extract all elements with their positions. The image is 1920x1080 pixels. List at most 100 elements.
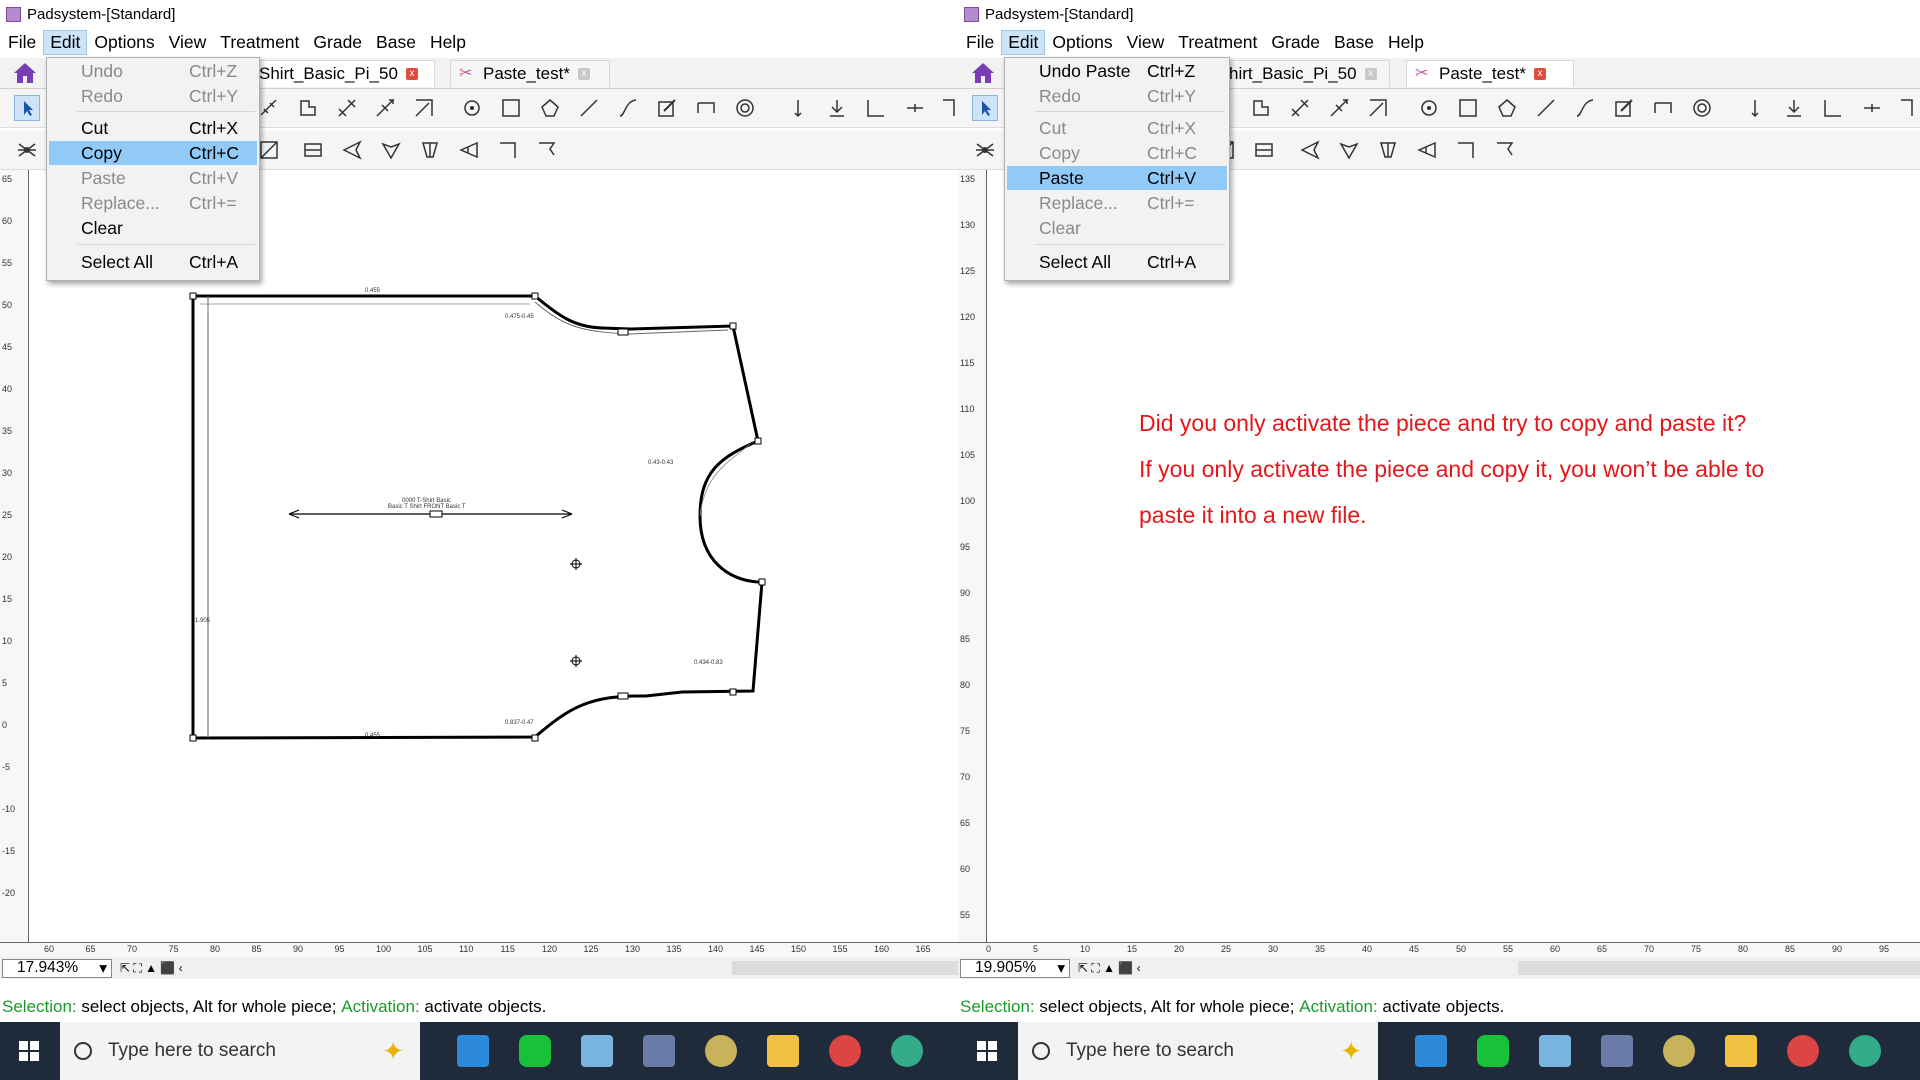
point-circle-icon[interactable] xyxy=(461,97,483,119)
target-icon[interactable] xyxy=(734,97,756,119)
rectangle-icon[interactable] xyxy=(500,97,522,119)
menu-edit[interactable]: Edit xyxy=(1001,29,1046,55)
drill-icon[interactable] xyxy=(1861,97,1883,119)
store-icon[interactable] xyxy=(457,1035,489,1067)
horizontal-scrollbar[interactable] xyxy=(1518,961,1920,975)
measure-icon[interactable] xyxy=(258,97,280,119)
angle-icon[interactable] xyxy=(1822,97,1844,119)
drawing-canvas[interactable]: 0.455 0.475-0.45 0.43-0.43 0.434-0.83 0.… xyxy=(30,172,958,940)
seam-icon[interactable] xyxy=(695,97,717,119)
menu-treatment[interactable]: Treatment xyxy=(213,30,306,55)
corner-arrow-icon[interactable] xyxy=(413,97,435,119)
menu-base[interactable]: Base xyxy=(1327,30,1381,55)
down-triangle-icon[interactable] xyxy=(380,139,402,161)
notch-icon[interactable] xyxy=(1744,97,1766,119)
piece-tool-icon[interactable] xyxy=(297,97,319,119)
left-triangle-icon[interactable] xyxy=(1299,139,1321,161)
polygon-icon[interactable] xyxy=(539,97,561,119)
menu-view[interactable]: View xyxy=(162,30,214,55)
edit-curve-icon[interactable] xyxy=(656,97,678,119)
menu-view[interactable]: View xyxy=(1120,30,1172,55)
menu-item-replace[interactable]: Replace... Ctrl+= xyxy=(1007,191,1227,215)
menu-edit[interactable]: Edit xyxy=(43,29,88,55)
menu-item-redo[interactable]: Redo Ctrl+Y xyxy=(49,84,257,108)
menu-item-undo[interactable]: Undo Ctrl+Z xyxy=(49,59,257,83)
menu-treatment[interactable]: Treatment xyxy=(1171,30,1264,55)
menu-item-paste[interactable]: Paste Ctrl+V xyxy=(49,166,257,190)
taskbar-search[interactable]: Type here to search ✦ xyxy=(1018,1022,1378,1080)
left-triangle-icon[interactable] xyxy=(341,139,363,161)
corner-icon[interactable] xyxy=(497,139,519,161)
windows-start-icon[interactable] xyxy=(19,1041,39,1061)
menu-item-redo[interactable]: Redo Ctrl+Y xyxy=(1007,84,1227,108)
close-icon[interactable]: x xyxy=(577,68,590,80)
notes-app-icon[interactable] xyxy=(1539,1035,1571,1067)
notch-down-icon[interactable] xyxy=(826,97,848,119)
split-box-icon[interactable] xyxy=(1253,139,1275,161)
menu-item-cut[interactable]: Cut Ctrl+X xyxy=(49,116,257,140)
store-icon[interactable] xyxy=(1415,1035,1447,1067)
point-circle-icon[interactable] xyxy=(1418,97,1440,119)
menu-base[interactable]: Base xyxy=(369,30,423,55)
select-tool-button[interactable] xyxy=(14,95,40,121)
polygon-icon[interactable] xyxy=(1496,97,1518,119)
menu-help[interactable]: Help xyxy=(423,30,473,55)
paint-icon[interactable] xyxy=(705,1035,737,1067)
tab-paste-test[interactable]: ✂ Paste_test* x xyxy=(1406,60,1574,87)
piece-tool-icon[interactable] xyxy=(1250,97,1272,119)
pleat-icon[interactable] xyxy=(1377,139,1399,161)
menu-item-select-all[interactable]: Select All Ctrl+A xyxy=(1007,250,1227,274)
menu-file[interactable]: File xyxy=(959,30,1001,55)
taskbar-search[interactable]: Type here to search ✦ xyxy=(60,1022,420,1080)
curve-icon[interactable] xyxy=(617,97,639,119)
zoom-select[interactable]: 17.943% ▾ xyxy=(2,958,112,978)
tab-paste-test[interactable]: ✂ Paste_test* x xyxy=(450,60,610,87)
menu-item-copy[interactable]: Copy Ctrl+C xyxy=(49,141,257,165)
chrome-icon[interactable] xyxy=(1787,1035,1819,1067)
chrome-profile-icon[interactable] xyxy=(1849,1035,1881,1067)
curve-icon[interactable] xyxy=(1574,97,1596,119)
down-triangle-icon[interactable] xyxy=(1338,139,1360,161)
calculator-icon[interactable] xyxy=(1601,1035,1633,1067)
menu-item-cut[interactable]: Cut Ctrl+X xyxy=(1007,116,1227,140)
menu-options[interactable]: Options xyxy=(1045,30,1119,55)
spider-icon[interactable] xyxy=(974,139,996,161)
menu-file[interactable]: File xyxy=(1,30,43,55)
corner-angle-icon[interactable] xyxy=(1494,139,1516,161)
rectangle-icon[interactable] xyxy=(1457,97,1479,119)
dart-icon[interactable] xyxy=(1328,97,1350,119)
corner-arrow-icon[interactable] xyxy=(1367,97,1389,119)
button-icon[interactable] xyxy=(1898,97,1920,119)
diagonal-grid-icon[interactable] xyxy=(336,97,358,119)
drill-icon[interactable] xyxy=(904,97,926,119)
seam-icon[interactable] xyxy=(1652,97,1674,119)
notes-app-icon[interactable] xyxy=(581,1035,613,1067)
zoom-select[interactable]: 19.905% ▾ xyxy=(960,958,1070,978)
windows-start-icon[interactable] xyxy=(977,1041,997,1061)
dart-icon[interactable] xyxy=(374,97,396,119)
menu-item-clear[interactable]: Clear xyxy=(1007,216,1227,240)
tab-shirt-basic[interactable]: Shirt_Basic_Pi_50 x xyxy=(250,60,435,87)
line-app-icon[interactable] xyxy=(1477,1035,1509,1067)
fit-icon[interactable]: ⇱ ⛶ ▲ ⬛ ‹ xyxy=(120,961,183,976)
chrome-icon[interactable] xyxy=(829,1035,861,1067)
pleat-icon[interactable] xyxy=(419,139,441,161)
corner-angle-icon[interactable] xyxy=(536,139,558,161)
notch-down-icon[interactable] xyxy=(1783,97,1805,119)
calculator-icon[interactable] xyxy=(643,1035,675,1067)
diagonal-grid-icon[interactable] xyxy=(1289,97,1311,119)
box-diagonal-icon[interactable] xyxy=(258,139,280,161)
split-box-icon[interactable] xyxy=(302,139,324,161)
button-icon[interactable] xyxy=(940,97,958,119)
fold-icon[interactable] xyxy=(458,139,480,161)
menu-options[interactable]: Options xyxy=(87,30,161,55)
home-icon[interactable] xyxy=(12,61,38,85)
fit-icon[interactable]: ⇱ ⛶ ▲ ⬛ ‹ xyxy=(1078,961,1141,976)
close-icon[interactable]: x xyxy=(1533,68,1546,80)
menu-grade[interactable]: Grade xyxy=(1264,30,1327,55)
target-icon[interactable] xyxy=(1691,97,1713,119)
menu-item-copy[interactable]: Copy Ctrl+C xyxy=(1007,141,1227,165)
menu-item-paste[interactable]: Paste Ctrl+V xyxy=(1007,166,1227,190)
line-icon[interactable] xyxy=(1535,97,1557,119)
home-icon[interactable] xyxy=(970,61,996,85)
